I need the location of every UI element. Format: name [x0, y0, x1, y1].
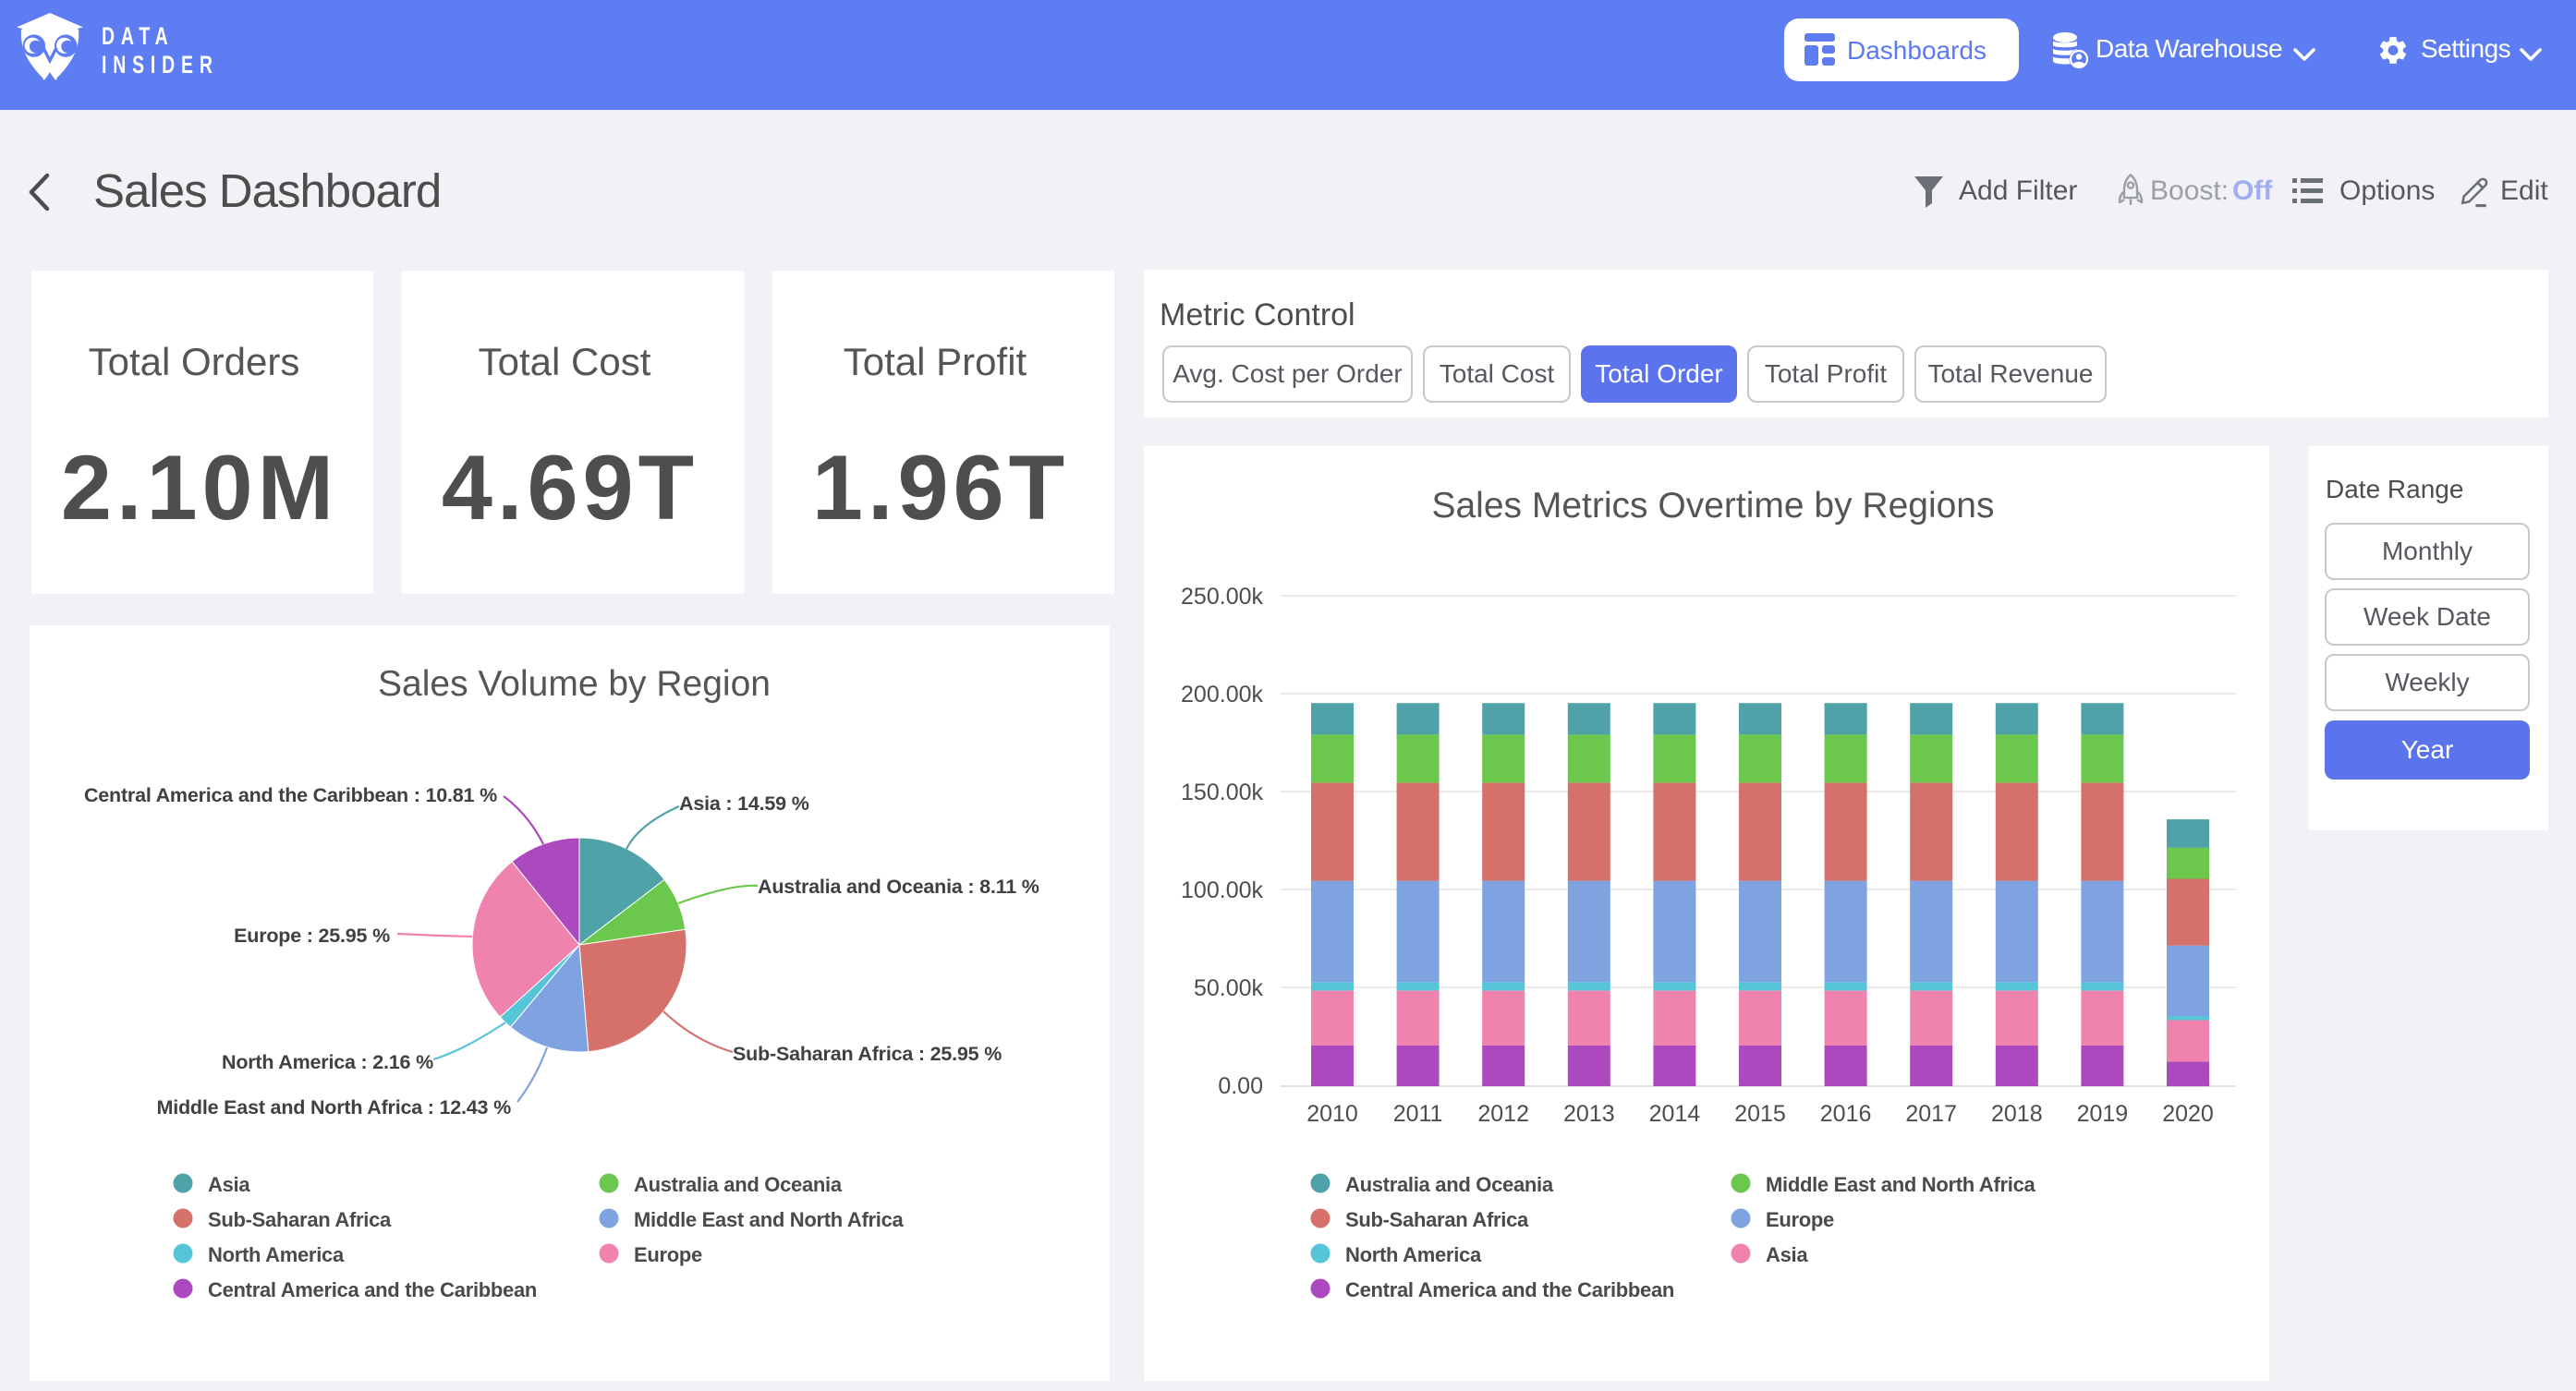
- svg-text:0.00: 0.00: [1218, 1073, 1263, 1099]
- svg-text:2019: 2019: [2077, 1101, 2129, 1127]
- svg-text:2020: 2020: [2162, 1101, 2214, 1127]
- svg-text:North America : 2.16 %: North America : 2.16 %: [222, 1051, 433, 1073]
- svg-text:2015: 2015: [1734, 1101, 1786, 1127]
- svg-text:2010: 2010: [1306, 1101, 1358, 1127]
- svg-text:Europe : 25.95 %: Europe : 25.95 %: [234, 925, 390, 947]
- svg-text:Australia and Oceania : 8.11 %: Australia and Oceania : 8.11 %: [758, 876, 1039, 898]
- svg-text:Central America and the Caribb: Central America and the Caribbean : 10.8…: [84, 784, 497, 806]
- svg-text:Europe: Europe: [1766, 1208, 1834, 1231]
- svg-text:Middle East and North Africa :: Middle East and North Africa : 12.43 %: [157, 1096, 512, 1119]
- svg-text:Central America and the Caribb: Central America and the Caribbean: [1345, 1278, 1674, 1301]
- svg-text:150.00k: 150.00k: [1181, 780, 1263, 805]
- svg-text:2014: 2014: [1649, 1101, 1701, 1127]
- svg-text:Australia and Oceania: Australia and Oceania: [1345, 1173, 1554, 1196]
- svg-text:250.00k: 250.00k: [1181, 584, 1263, 610]
- svg-text:Europe: Europe: [634, 1243, 702, 1266]
- svg-text:Sub-Saharan Africa: Sub-Saharan Africa: [1345, 1208, 1529, 1231]
- svg-text:Middle East and North Africa: Middle East and North Africa: [1766, 1173, 2036, 1196]
- svg-text:North America: North America: [208, 1243, 345, 1266]
- svg-text:2016: 2016: [1820, 1101, 1872, 1127]
- svg-text:2011: 2011: [1393, 1101, 1443, 1127]
- svg-text:Sub-Saharan Africa : 25.95 %: Sub-Saharan Africa : 25.95 %: [733, 1043, 1002, 1065]
- svg-text:North America: North America: [1345, 1243, 1482, 1266]
- svg-text:Asia: Asia: [1766, 1243, 1808, 1266]
- svg-text:Australia and Oceania: Australia and Oceania: [634, 1173, 843, 1196]
- svg-text:200.00k: 200.00k: [1181, 682, 1263, 708]
- svg-text:50.00k: 50.00k: [1194, 975, 1264, 1001]
- svg-text:100.00k: 100.00k: [1181, 877, 1263, 903]
- svg-text:Central America and the Caribb: Central America and the Caribbean: [208, 1278, 537, 1301]
- svg-text:2018: 2018: [1991, 1101, 2043, 1127]
- svg-text:Middle East and North Africa: Middle East and North Africa: [634, 1208, 905, 1231]
- svg-text:Asia: Asia: [208, 1173, 250, 1196]
- svg-text:2013: 2013: [1563, 1101, 1615, 1127]
- svg-text:Sub-Saharan Africa: Sub-Saharan Africa: [208, 1208, 392, 1231]
- svg-text:Asia : 14.59 %: Asia : 14.59 %: [679, 792, 809, 815]
- svg-text:2012: 2012: [1477, 1101, 1529, 1127]
- svg-text:2017: 2017: [1905, 1101, 1957, 1127]
